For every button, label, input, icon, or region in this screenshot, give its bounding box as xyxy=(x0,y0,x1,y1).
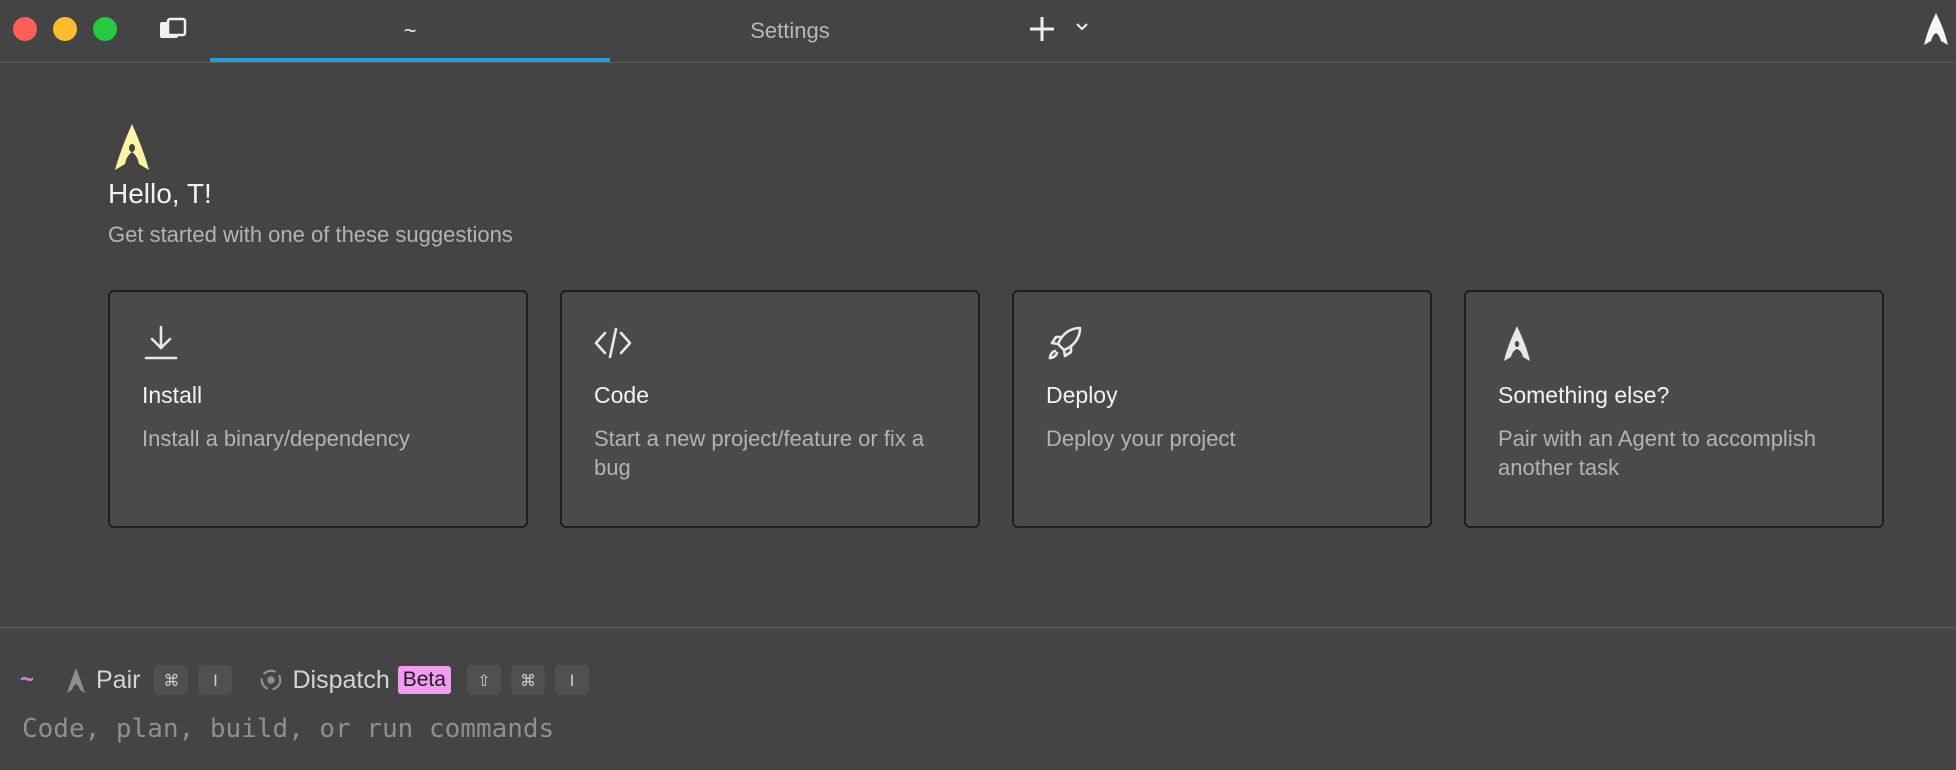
suggestion-card-code[interactable]: Code Start a new project/feature or fix … xyxy=(560,290,980,528)
code-icon xyxy=(594,327,632,359)
close-window-button[interactable] xyxy=(13,17,37,41)
card-description: Install a binary/dependency xyxy=(142,426,410,451)
pair-mode-label[interactable]: Pair xyxy=(96,666,140,695)
shortcut-key: ⌘ xyxy=(154,665,189,695)
tab-home[interactable]: ~ xyxy=(210,0,610,62)
shortcut-key: I xyxy=(554,665,589,695)
card-title: Something else? xyxy=(1498,382,1670,408)
agent-logo-icon xyxy=(115,124,149,170)
greeting-subtitle: Get started with one of these suggestion… xyxy=(108,222,513,247)
new-tab-plus-icon[interactable] xyxy=(1027,14,1057,44)
suggestion-card-deploy[interactable]: Deploy Deploy your project xyxy=(1012,290,1432,528)
tab-settings[interactable]: Settings xyxy=(610,0,970,62)
minimize-window-button[interactable] xyxy=(53,17,77,41)
warp-logo-icon[interactable] xyxy=(1921,11,1951,47)
shortcut-key: I xyxy=(198,665,233,695)
command-input[interactable]: Code, plan, build, or run commands xyxy=(22,714,554,744)
suggestion-card-install[interactable]: Install Install a binary/dependency xyxy=(108,290,528,528)
tab-label: Settings xyxy=(750,18,830,43)
card-title: Deploy xyxy=(1046,382,1118,408)
download-icon xyxy=(144,325,178,360)
input-divider xyxy=(0,627,1956,628)
card-title: Install xyxy=(142,382,203,408)
shortcut-key: ⌘ xyxy=(510,665,545,695)
dispatch-icon[interactable] xyxy=(258,666,284,694)
chevron-down-icon[interactable] xyxy=(1073,20,1091,34)
agent-icon xyxy=(1504,326,1530,361)
cwd-indicator[interactable]: ~ xyxy=(20,666,46,694)
shortcut-key: ⇧ xyxy=(466,665,501,695)
card-description: Pair with an Agent to accomplish another… xyxy=(1498,426,1816,480)
panels-icon[interactable] xyxy=(158,16,188,42)
dispatch-mode-label[interactable]: Dispatch xyxy=(292,666,389,695)
rocket-icon xyxy=(1048,326,1082,360)
tab-label: ~ xyxy=(403,18,417,43)
beta-badge: Beta xyxy=(397,666,451,694)
maximize-window-button[interactable] xyxy=(93,17,117,41)
mode-bar: ~ Pair ⌘ I Dispatch Beta ⇧ ⌘ I xyxy=(20,663,599,697)
card-description: Start a new project/feature or fix a bug xyxy=(594,426,925,480)
greeting-heading: Hello, T! xyxy=(108,178,212,209)
card-title: Code xyxy=(594,382,649,408)
pair-agent-icon[interactable] xyxy=(64,666,88,694)
card-description: Deploy your project xyxy=(1046,426,1236,451)
suggestion-card-something-else[interactable]: Something else? Pair with an Agent to ac… xyxy=(1464,290,1884,528)
title-bar: ~ Settings xyxy=(0,0,1956,63)
